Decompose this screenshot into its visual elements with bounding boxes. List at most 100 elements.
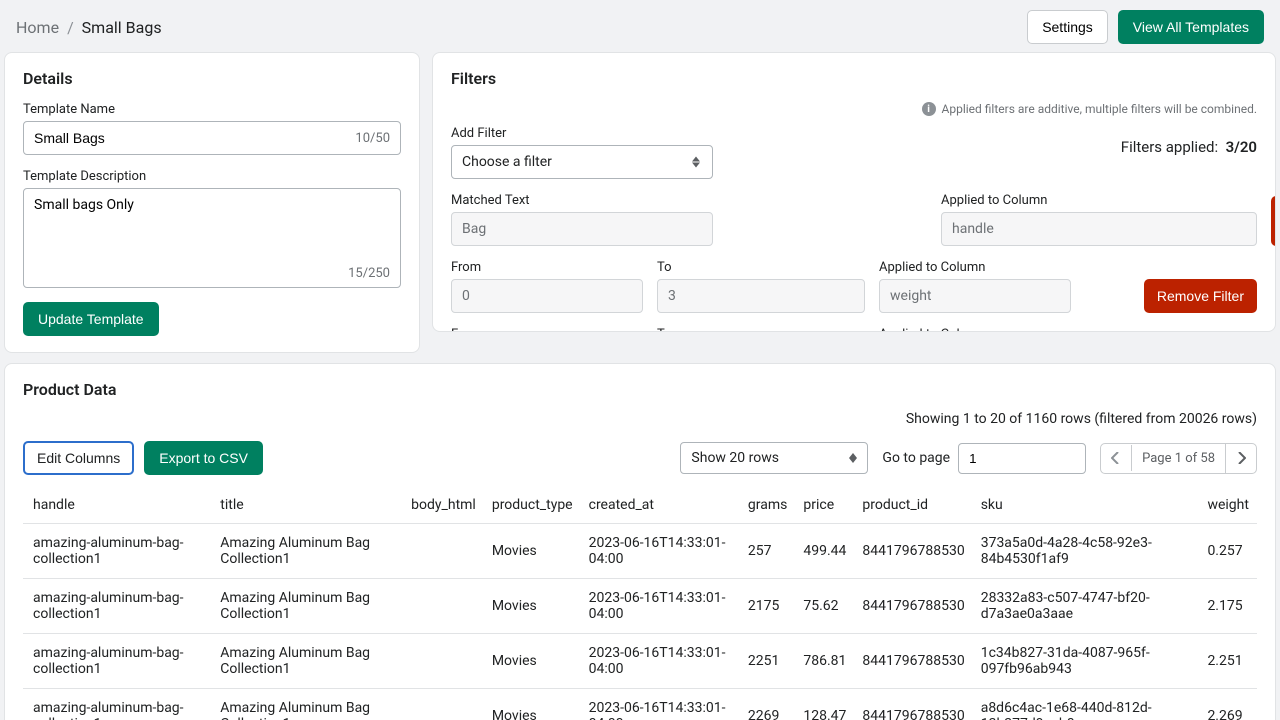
breadcrumb-home[interactable]: Home: [16, 18, 59, 37]
update-template-button[interactable]: Update Template: [23, 302, 159, 336]
to-value-1: 3: [657, 279, 865, 313]
product-data-card: Product Data Showing 1 to 20 of 1160 row…: [4, 363, 1276, 720]
template-name-label: Template Name: [23, 102, 401, 117]
cell-handle: amazing-aluminum-bag-collection1: [23, 579, 212, 634]
template-desc-input[interactable]: Small bags Only: [34, 197, 390, 257]
cell-body_html: [403, 689, 484, 720]
rows-per-page-value: Show 20 rows: [691, 450, 779, 466]
pager-text: Page 1 of 58: [1132, 444, 1226, 473]
cell-weight: 0.257: [1199, 524, 1257, 579]
export-csv-button[interactable]: Export to CSV: [144, 441, 263, 475]
product-table: handletitlebody_htmlproduct_typecreated_…: [23, 487, 1257, 720]
cell-sku: 1c34b827-31da-4087-965f-097fb96ab943: [973, 634, 1200, 689]
col-body_html[interactable]: body_html: [403, 487, 484, 524]
cell-grams: 2251: [740, 634, 795, 689]
cell-product_type: Movies: [484, 579, 581, 634]
col-weight[interactable]: weight: [1199, 487, 1257, 524]
col-handle[interactable]: handle: [23, 487, 212, 524]
cell-title: Amazing Aluminum Bag Collection1: [212, 634, 403, 689]
pager: Page 1 of 58: [1100, 443, 1257, 474]
cell-sku: a8d6c4ac-1e68-440d-812d-13b377d9aab0: [973, 689, 1200, 720]
pager-prev-button[interactable]: [1101, 445, 1132, 471]
breadcrumb-current: Small Bags: [82, 18, 162, 37]
template-name-input-wrap[interactable]: 10/50: [23, 121, 401, 155]
cell-product_id: 8441796788530: [854, 689, 972, 720]
info-icon: i: [922, 102, 936, 116]
applied-col-label-1: Applied to Column: [941, 193, 1257, 208]
cell-grams: 257: [740, 524, 795, 579]
filters-note: i Applied filters are additive, multiple…: [451, 102, 1257, 116]
from-label-2: From: [451, 327, 643, 332]
cell-body_html: [403, 579, 484, 634]
cell-price: 499.44: [795, 524, 854, 579]
cell-product_id: 8441796788530: [854, 524, 972, 579]
select-arrows-icon: [692, 156, 702, 168]
filters-note-text: Applied filters are additive, multiple f…: [942, 102, 1257, 116]
col-sku[interactable]: sku: [973, 487, 1200, 524]
col-grams[interactable]: grams: [740, 487, 795, 524]
remove-filter-button-2[interactable]: Remove Filter: [1144, 279, 1257, 313]
filters-applied: Filters applied: 3/20: [1121, 138, 1257, 156]
remove-filter-button-1[interactable]: Remove Filter: [1271, 196, 1276, 246]
to-label-1: To: [657, 260, 865, 275]
from-label-1: From: [451, 260, 643, 275]
col-created_at[interactable]: created_at: [581, 487, 740, 524]
pager-next-button[interactable]: [1226, 445, 1256, 471]
cell-created_at: 2023-06-16T14:33:01-04:00: [581, 689, 740, 720]
cell-body_html: [403, 524, 484, 579]
col-price[interactable]: price: [795, 487, 854, 524]
table-row: amazing-aluminum-bag-collection1Amazing …: [23, 579, 1257, 634]
cell-sku: 28332a83-c507-4747-bf20-d7a3ae0a3aae: [973, 579, 1200, 634]
cell-title: Amazing Aluminum Bag Collection1: [212, 524, 403, 579]
table-row: amazing-aluminum-bag-collection1Amazing …: [23, 689, 1257, 720]
goto-page-input[interactable]: [958, 443, 1086, 474]
cell-title: Amazing Aluminum Bag Collection1: [212, 689, 403, 720]
applied-col-label-3: Applied to Column: [879, 327, 1071, 332]
to-label-2: To: [657, 327, 865, 332]
cell-product_id: 8441796788530: [854, 634, 972, 689]
cell-created_at: 2023-06-16T14:33:01-04:00: [581, 524, 740, 579]
select-arrows-icon: [849, 453, 857, 463]
from-value-1: 0: [451, 279, 643, 313]
cell-title: Amazing Aluminum Bag Collection1: [212, 579, 403, 634]
add-filter-select-value: Choose a filter: [462, 154, 552, 170]
details-heading: Details: [23, 69, 401, 88]
settings-button[interactable]: Settings: [1027, 10, 1108, 44]
col-product_id[interactable]: product_id: [854, 487, 972, 524]
add-filter-select[interactable]: Choose a filter: [451, 145, 713, 179]
goto-label: Go to page: [882, 450, 950, 466]
cell-handle: amazing-aluminum-bag-collection1: [23, 689, 212, 720]
template-name-input[interactable]: [34, 130, 355, 146]
cell-product_type: Movies: [484, 634, 581, 689]
col-title[interactable]: title: [212, 487, 403, 524]
product-data-heading: Product Data: [23, 380, 1257, 399]
cell-price: 75.62: [795, 579, 854, 634]
cell-grams: 2269: [740, 689, 795, 720]
cell-handle: amazing-aluminum-bag-collection1: [23, 524, 212, 579]
matched-text-value: Bag: [451, 212, 713, 246]
edit-columns-button[interactable]: Edit Columns: [23, 441, 134, 475]
template-desc-wrap[interactable]: Small bags Only 15/250: [23, 188, 401, 288]
cell-weight: 2.251: [1199, 634, 1257, 689]
cell-grams: 2175: [740, 579, 795, 634]
cell-body_html: [403, 634, 484, 689]
matched-text-label: Matched Text: [451, 193, 713, 208]
view-all-templates-button[interactable]: View All Templates: [1118, 10, 1264, 44]
breadcrumb-sep: /: [67, 18, 74, 37]
applied-col-label-2: Applied to Column: [879, 260, 1071, 275]
cell-product_type: Movies: [484, 524, 581, 579]
cell-created_at: 2023-06-16T14:33:01-04:00: [581, 579, 740, 634]
template-desc-count: 15/250: [348, 266, 390, 281]
cell-price: 128.47: [795, 689, 854, 720]
cell-handle: amazing-aluminum-bag-collection1: [23, 634, 212, 689]
table-row: amazing-aluminum-bag-collection1Amazing …: [23, 634, 1257, 689]
filters-card: Filters i Applied filters are additive, …: [432, 52, 1276, 332]
cell-product_id: 8441796788530: [854, 579, 972, 634]
cell-price: 786.81: [795, 634, 854, 689]
table-row: amazing-aluminum-bag-collection1Amazing …: [23, 524, 1257, 579]
rows-per-page-select[interactable]: Show 20 rows: [680, 442, 868, 474]
filters-heading: Filters: [451, 69, 1257, 88]
applied-col-value-2: weight: [879, 279, 1071, 313]
details-card: Details Template Name 10/50 Template Des…: [4, 52, 420, 353]
col-product_type[interactable]: product_type: [484, 487, 581, 524]
